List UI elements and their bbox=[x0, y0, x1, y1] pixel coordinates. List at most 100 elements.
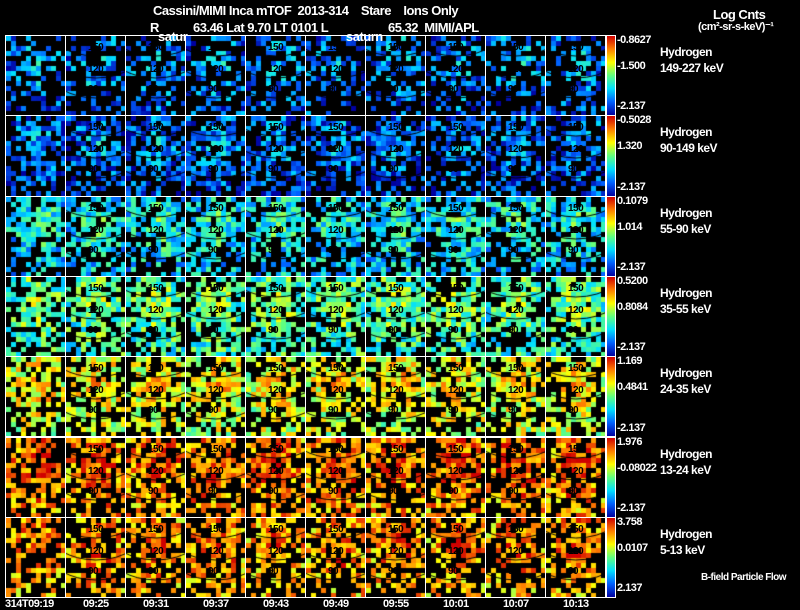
contour-label: 90 bbox=[328, 84, 339, 95]
saturn-label: saturn bbox=[346, 29, 383, 44]
contour-label: 150 bbox=[208, 363, 224, 375]
contour-label: 120 bbox=[448, 465, 464, 477]
contour-label: 120 bbox=[88, 64, 104, 75]
image-panel: 150 120 90 bbox=[425, 35, 486, 117]
contour-label: 90 bbox=[328, 324, 339, 336]
contour-label: 120 bbox=[388, 465, 404, 477]
contour-label: 90 bbox=[568, 405, 579, 417]
contour-label: 90 bbox=[448, 485, 459, 497]
contour-label: 120 bbox=[448, 144, 464, 156]
time-tick-label: 10:07 bbox=[503, 598, 529, 610]
contour-label: 150 bbox=[568, 282, 584, 294]
contour-label: 120 bbox=[448, 64, 464, 75]
colorbar-min-label: -2.137 bbox=[617, 501, 646, 514]
contour-label: 120 bbox=[448, 385, 464, 397]
contour-label: 120 bbox=[208, 304, 224, 316]
image-panel: 150 120 90 bbox=[65, 115, 126, 197]
image-panel: 150 120 90 bbox=[185, 436, 246, 518]
contour-label: 120 bbox=[568, 224, 584, 236]
contour-label: 90 bbox=[88, 405, 99, 417]
contour-label: 90 bbox=[388, 405, 399, 417]
colorbar-max-label: 1.169 bbox=[617, 355, 643, 368]
contour-label: 90 bbox=[508, 84, 519, 95]
contour-label: 120 bbox=[268, 64, 284, 75]
row-species-label: Hydrogen bbox=[660, 45, 713, 59]
contour-label: 90 bbox=[388, 164, 399, 176]
contour-label: 150 bbox=[88, 443, 104, 455]
contour-label: 90 bbox=[148, 405, 159, 417]
contour-label: 90 bbox=[208, 164, 219, 176]
contour-label: 120 bbox=[88, 545, 104, 557]
contour-label: 90 bbox=[268, 244, 279, 256]
count-pixels bbox=[6, 517, 65, 598]
image-panel: 150 120 90 bbox=[65, 195, 126, 277]
contour-label: 150 bbox=[88, 122, 104, 134]
image-panel: 150 120 90 bbox=[65, 35, 126, 117]
contour-label: 150 bbox=[388, 363, 404, 375]
count-pixels bbox=[6, 196, 65, 276]
image-panel: 150 120 90 bbox=[305, 275, 366, 358]
contour-label: 90 bbox=[328, 405, 339, 417]
image-panel: 150 120 90 bbox=[425, 275, 486, 358]
contour-label: 150 bbox=[268, 523, 284, 535]
image-panel: 150 120 90 bbox=[305, 516, 366, 599]
image-panel: 150 120 90 bbox=[485, 275, 546, 358]
row-species-label: Hydrogen bbox=[660, 125, 713, 140]
contour-label: 90 bbox=[508, 244, 519, 256]
time-tick-label: 09:37 bbox=[203, 598, 229, 610]
colorbar-min-label: -2.137 bbox=[617, 421, 646, 434]
image-panel: 150 120 90 bbox=[125, 35, 186, 117]
contour-label: 150 bbox=[448, 202, 464, 214]
image-panel bbox=[5, 275, 66, 358]
count-pixels bbox=[6, 357, 65, 437]
contour-label: 90 bbox=[268, 84, 279, 95]
contour-label: 150 bbox=[148, 202, 164, 214]
contour-label: 120 bbox=[508, 385, 524, 397]
contour-label: 150 bbox=[388, 202, 404, 214]
image-panel: 150 120 90 bbox=[485, 516, 546, 599]
contour-label: 90 bbox=[448, 405, 459, 417]
contour-label: 90 bbox=[388, 84, 399, 95]
contour-label: 120 bbox=[388, 64, 404, 75]
contour-label: 90 bbox=[268, 324, 279, 336]
contour-label: 120 bbox=[148, 144, 164, 156]
contour-label: 90 bbox=[208, 244, 219, 256]
contour-label: 90 bbox=[508, 405, 519, 417]
contour-label: 120 bbox=[328, 144, 344, 156]
contour-label: 90 bbox=[568, 244, 579, 256]
image-panel bbox=[5, 35, 66, 117]
contour-label: 90 bbox=[448, 565, 459, 577]
contour-label: 120 bbox=[148, 545, 164, 557]
contour-label: 90 bbox=[508, 565, 519, 577]
contour-label: 120 bbox=[448, 224, 464, 236]
row-energy-label: 55-90 keV bbox=[660, 221, 711, 236]
contour-label: 120 bbox=[208, 224, 224, 236]
count-pixels bbox=[6, 276, 65, 357]
image-panel: 150 120 90 bbox=[125, 356, 186, 438]
contour-label: 90 bbox=[268, 485, 279, 497]
image-panel: 150 120 90 bbox=[485, 436, 546, 518]
contour-label: 150 bbox=[268, 202, 284, 214]
contour-label: 120 bbox=[88, 224, 104, 236]
contour-label: 90 bbox=[508, 485, 519, 497]
contour-label: 150 bbox=[328, 122, 344, 134]
row-energy-label: 90-149 keV bbox=[660, 141, 718, 156]
image-panel: 150 120 90 bbox=[185, 115, 246, 197]
image-panel bbox=[5, 516, 66, 599]
contour-label: 150 bbox=[328, 282, 344, 294]
contour-label: 90 bbox=[208, 84, 219, 95]
colorbar-mid-label: 1.320 bbox=[617, 140, 643, 153]
colorbar-max-label: 3.758 bbox=[617, 515, 643, 528]
image-panel: 150 120 90 bbox=[485, 195, 546, 277]
contour-label: 150 bbox=[208, 443, 224, 455]
colorbar-min-label: -2.137 bbox=[617, 100, 646, 113]
image-panel: 150 120 90 bbox=[185, 356, 246, 438]
image-panel: 150 120 90 bbox=[245, 356, 306, 438]
contour-label: 150 bbox=[568, 443, 584, 455]
image-panel: 150 120 90 bbox=[185, 516, 246, 599]
image-panel: 150 120 90 bbox=[245, 35, 306, 117]
image-panel bbox=[5, 115, 66, 197]
contour-label: 150 bbox=[88, 282, 104, 294]
image-panel: 150 120 90 bbox=[425, 436, 486, 518]
contour-label: 120 bbox=[208, 385, 224, 397]
